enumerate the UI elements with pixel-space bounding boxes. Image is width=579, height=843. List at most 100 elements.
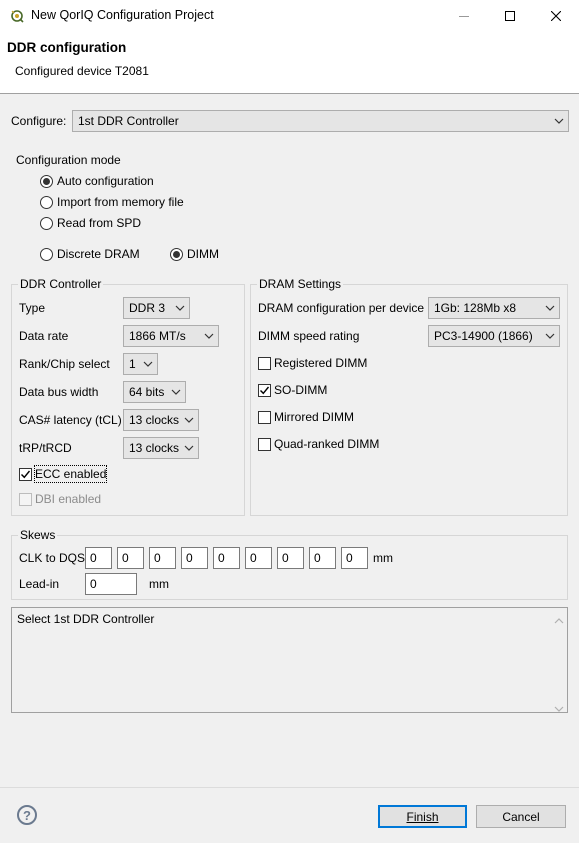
chevron-down-icon — [180, 438, 198, 458]
configure-select[interactable]: 1st DDR Controller — [72, 110, 569, 132]
chevron-down-icon — [550, 111, 568, 131]
data-bus-width-value: 64 bits — [129, 385, 165, 399]
message-text: Select 1st DDR Controller — [17, 612, 155, 626]
checkbox-label: SO-DIMM — [274, 383, 328, 397]
clk-dqs-input-3[interactable]: 0 — [149, 547, 176, 569]
cancel-button[interactable]: Cancel — [476, 805, 566, 828]
configuration-mode-label: Configuration mode — [16, 153, 121, 167]
radio-auto-configuration[interactable]: Auto configuration — [40, 173, 154, 189]
scroll-down-icon[interactable] — [554, 701, 564, 712]
checkbox-label: Quad-ranked DIMM — [274, 437, 380, 451]
data-rate-value: 1866 MT/s — [129, 329, 186, 343]
minimize-icon — [459, 11, 469, 21]
radio-label: DIMM — [187, 247, 219, 261]
chevron-down-icon — [180, 410, 198, 430]
clk-dqs-input-2[interactable]: 0 — [117, 547, 144, 569]
chevron-down-icon — [171, 298, 189, 318]
checkbox-label: Registered DIMM — [274, 356, 368, 370]
clk-dqs-input-7[interactable]: 0 — [277, 547, 304, 569]
lead-in-unit-label: mm — [149, 577, 169, 591]
type-label: Type — [19, 301, 46, 315]
message-area[interactable]: Select 1st DDR Controller — [11, 607, 568, 713]
type-value: DDR 3 — [129, 301, 166, 315]
clk-dqs-input-4[interactable]: 0 — [181, 547, 208, 569]
clk-dqs-input-5[interactable]: 0 — [213, 547, 240, 569]
radio-indicator — [170, 247, 183, 261]
clk-dqs-input-9[interactable]: 0 — [341, 547, 368, 569]
data-bus-width-select[interactable]: 64 bits — [123, 381, 186, 403]
maximize-icon — [505, 10, 515, 21]
dram-config-value: 1Gb: 128Mb x8 — [434, 301, 517, 315]
cas-latency-select[interactable]: 13 clocks — [123, 409, 199, 431]
window-title: New QorIQ Configuration Project — [31, 8, 214, 22]
dimm-speed-select[interactable]: PC3-14900 (1866) — [428, 325, 560, 347]
scroll-up-icon[interactable] — [554, 613, 564, 624]
data-rate-select[interactable]: 1866 MT/s — [123, 325, 219, 347]
clk-unit-label: mm — [373, 551, 393, 565]
help-icon[interactable]: ? — [17, 805, 37, 825]
registered-dimm-checkbox[interactable]: Registered DIMM — [258, 355, 367, 371]
dimm-speed-label: DIMM speed rating — [258, 329, 360, 343]
ecc-enabled-checkbox[interactable]: ECC enabled — [19, 465, 108, 483]
radio-read-from-spd[interactable]: Read from SPD — [40, 215, 141, 231]
checkbox-label: Mirrored DIMM — [274, 410, 354, 424]
checkbox-label: ECC enabled — [33, 465, 108, 483]
checkbox-indicator — [258, 437, 271, 451]
chevron-down-icon — [541, 298, 559, 318]
finish-button[interactable]: Finish — [378, 805, 467, 828]
skews-label: Skews — [18, 528, 58, 542]
configure-value: 1st DDR Controller — [78, 114, 179, 128]
dimm-speed-value: PC3-14900 (1866) — [434, 329, 533, 343]
cancel-label: Cancel — [502, 809, 540, 824]
ddr-controller-label: DDR Controller — [18, 277, 104, 291]
checkbox-indicator — [258, 383, 271, 397]
chevron-down-icon — [139, 354, 157, 374]
checkbox-indicator — [19, 492, 32, 506]
type-select[interactable]: DDR 3 — [123, 297, 190, 319]
dbi-enabled-checkbox[interactable]: DBI enabled — [19, 491, 101, 507]
maximize-button[interactable] — [487, 0, 533, 31]
dram-settings-label: DRAM Settings — [257, 277, 344, 291]
trp-trcd-value: 13 clocks — [129, 441, 180, 455]
radio-indicator — [40, 247, 53, 261]
rank-chip-select[interactable]: 1 — [123, 353, 158, 375]
quad-ranked-dimm-checkbox[interactable]: Quad-ranked DIMM — [258, 436, 379, 452]
page-title: DDR configuration — [7, 40, 127, 55]
clk-to-dqs-label: CLK to DQS — [19, 551, 86, 565]
radio-dimm[interactable]: DIMM — [170, 246, 219, 262]
checkbox-indicator — [258, 410, 271, 424]
wizard-header: DDR configuration Configured device T208… — [0, 31, 579, 94]
page-subtitle: Configured device T2081 — [15, 64, 149, 78]
mirrored-dimm-checkbox[interactable]: Mirrored DIMM — [258, 409, 354, 425]
data-rate-label: Data rate — [19, 329, 69, 343]
trp-trcd-select[interactable]: 13 clocks — [123, 437, 199, 459]
chevron-down-icon — [200, 326, 218, 346]
chevron-down-icon — [541, 326, 559, 346]
lead-in-input[interactable]: 0 — [85, 573, 137, 595]
close-button[interactable] — [533, 0, 579, 31]
clk-dqs-input-1[interactable]: 0 — [85, 547, 112, 569]
finish-label: Finish — [406, 809, 439, 824]
checkmark-icon — [260, 386, 270, 394]
footer-separator — [0, 787, 579, 788]
title-bar: New QorIQ Configuration Project — [0, 0, 579, 32]
configure-label: Configure: — [11, 114, 67, 128]
chevron-down-icon — [167, 382, 185, 402]
dram-config-select[interactable]: 1Gb: 128Mb x8 — [428, 297, 560, 319]
checkmark-icon — [21, 470, 31, 478]
radio-discrete-dram[interactable]: Discrete DRAM — [40, 246, 140, 262]
rank-chip-select-label: Rank/Chip select — [19, 357, 110, 371]
checkbox-indicator — [258, 356, 271, 370]
lead-in-label: Lead-in — [19, 577, 60, 591]
cas-latency-value: 13 clocks — [129, 413, 180, 427]
close-icon — [551, 10, 561, 21]
clk-dqs-input-6[interactable]: 0 — [245, 547, 272, 569]
minimize-button[interactable] — [441, 0, 487, 31]
radio-label: Import from memory file — [57, 195, 184, 209]
so-dimm-checkbox[interactable]: SO-DIMM — [258, 382, 327, 398]
radio-label: Read from SPD — [57, 216, 142, 230]
qoriq-app-icon — [9, 8, 25, 24]
clk-dqs-input-8[interactable]: 0 — [309, 547, 336, 569]
rank-chip-value: 1 — [129, 357, 136, 371]
radio-import-memory-file[interactable]: Import from memory file — [40, 194, 184, 210]
